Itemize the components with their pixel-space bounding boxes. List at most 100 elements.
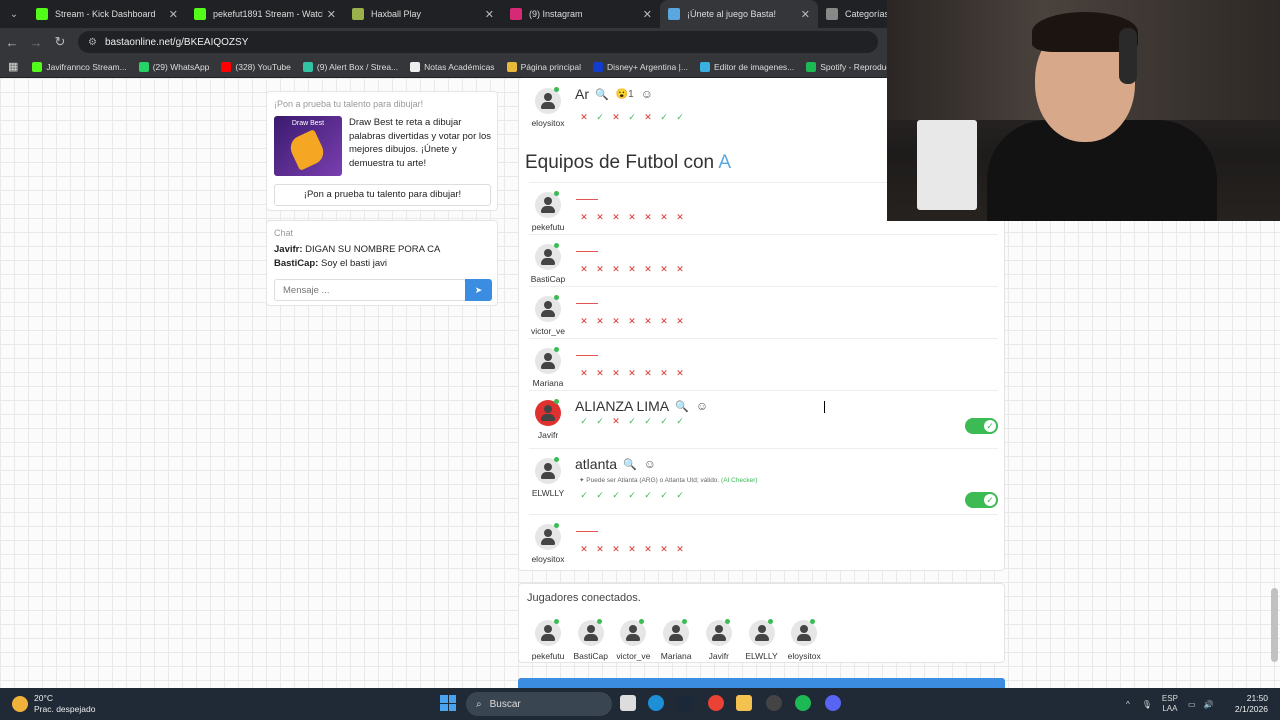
vote-x-icon[interactable]: ✕ — [608, 544, 624, 555]
vote-check-icon[interactable]: ✓ — [592, 490, 608, 501]
vote-x-icon[interactable]: ✕ — [592, 264, 608, 275]
vote-x-icon[interactable]: ✕ — [592, 544, 608, 555]
vote-x-icon[interactable]: ✕ — [592, 368, 608, 379]
close-icon[interactable]: ✕ — [801, 8, 810, 21]
vote-check-icon[interactable]: ✓ — [624, 112, 640, 123]
vote-x-icon[interactable]: ✕ — [624, 368, 640, 379]
add-reaction-icon[interactable]: ☺ — [641, 87, 653, 101]
vote-x-icon[interactable]: ✕ — [672, 264, 688, 275]
browser-tab[interactable]: ¡Únete al juego Basta! ✕ — [660, 0, 818, 28]
vote-x-icon[interactable]: ✕ — [608, 316, 624, 327]
bookmark-item[interactable]: (29) WhatsApp — [138, 61, 209, 72]
vote-x-icon[interactable]: ✕ — [576, 112, 592, 123]
bookmark-item[interactable]: Javifrannco Stream... — [32, 61, 127, 72]
bookmark-item[interactable]: Notas Académicas — [410, 61, 495, 72]
search-icon[interactable]: 🔍 — [595, 88, 609, 101]
vote-check-icon[interactable]: ✓ — [672, 112, 688, 123]
validate-toggle[interactable] — [965, 492, 998, 508]
spotify-icon[interactable] — [795, 695, 811, 711]
vote-x-icon[interactable]: ✕ — [592, 212, 608, 223]
vote-x-icon[interactable]: ✕ — [608, 212, 624, 223]
vote-check-icon[interactable]: ✓ — [592, 416, 608, 427]
address-bar[interactable]: ⚙ bastaonline.net/g/BKEAIQOZSY — [78, 31, 878, 53]
vote-x-icon[interactable]: ✕ — [592, 316, 608, 327]
reaction-badge[interactable]: 😮1 — [616, 89, 634, 100]
vote-check-icon[interactable]: ✓ — [656, 416, 672, 427]
bookmark-item[interactable]: (328) YouTube — [221, 61, 291, 72]
vote-x-icon[interactable]: ✕ — [576, 212, 592, 223]
vote-x-icon[interactable]: ✕ — [640, 544, 656, 555]
file-explorer-icon[interactable] — [736, 695, 752, 711]
network-icon[interactable]: ▭ — [1188, 700, 1196, 709]
vote-x-icon[interactable]: ✕ — [624, 264, 640, 275]
close-icon[interactable]: ✕ — [485, 8, 494, 21]
bookmark-item[interactable]: (9) Alert Box / Strea... — [302, 61, 398, 72]
forward-icon[interactable]: → — [24, 35, 48, 50]
tray-expand-icon[interactable]: ^ — [1126, 700, 1130, 709]
search-icon[interactable]: 🔍 — [675, 400, 689, 413]
vote-check-icon[interactable]: ✓ — [640, 490, 656, 501]
browser-tab[interactable]: Stream - Kick Dashboard ✕ — [28, 0, 186, 28]
vote-check-icon[interactable]: ✓ — [656, 490, 672, 501]
vote-check-icon[interactable]: ✓ — [624, 490, 640, 501]
edge-icon[interactable] — [648, 695, 664, 711]
browser-tab[interactable]: pekefut1891 Stream - Watch Li ✕ — [186, 0, 344, 28]
discord-icon[interactable] — [825, 695, 841, 711]
vote-x-icon[interactable]: ✕ — [608, 368, 624, 379]
site-info-icon[interactable]: ⚙ — [88, 37, 97, 48]
vote-x-icon[interactable]: ✕ — [656, 368, 672, 379]
vote-check-icon[interactable]: ✓ — [608, 490, 624, 501]
vote-x-icon[interactable]: ✕ — [672, 212, 688, 223]
vote-x-icon[interactable]: ✕ — [672, 368, 688, 379]
browser-tab[interactable]: (9) Instagram ✕ — [502, 0, 660, 28]
vote-x-icon[interactable]: ✕ — [576, 316, 592, 327]
microphone-icon[interactable]: 🎙 — [1142, 700, 1152, 709]
vote-check-icon[interactable]: ✓ — [576, 416, 592, 427]
reload-icon[interactable]: ↻ — [48, 34, 72, 50]
weather-widget[interactable]: 20°C Prac. despejado — [12, 693, 95, 715]
close-icon[interactable]: ✕ — [327, 8, 336, 21]
vote-x-icon[interactable]: ✕ — [624, 212, 640, 223]
vote-x-icon[interactable]: ✕ — [640, 368, 656, 379]
clock[interactable]: 21:50 2/1/2026 — [1235, 693, 1268, 715]
chat-message-input[interactable] — [274, 279, 466, 301]
draw-best-image[interactable]: Draw Best — [274, 116, 342, 176]
vote-x-icon[interactable]: ✕ — [656, 544, 672, 555]
vote-check-icon[interactable]: ✓ — [656, 112, 672, 123]
add-reaction-icon[interactable]: ☺ — [644, 457, 656, 471]
add-reaction-icon[interactable]: ☺ — [696, 399, 708, 413]
vote-x-icon[interactable]: ✕ — [608, 264, 624, 275]
vote-x-icon[interactable]: ✕ — [640, 264, 656, 275]
vote-check-icon[interactable]: ✓ — [640, 416, 656, 427]
vote-x-icon[interactable]: ✕ — [640, 112, 656, 123]
start-icon[interactable] — [440, 695, 456, 711]
vote-x-icon[interactable]: ✕ — [656, 316, 672, 327]
close-icon[interactable]: ✕ — [169, 8, 178, 21]
vote-check-icon[interactable]: ✓ — [672, 490, 688, 501]
promo-button[interactable]: ¡Pon a prueba tu talento para dibujar! — [274, 184, 491, 206]
vote-x-icon[interactable]: ✕ — [624, 316, 640, 327]
close-icon[interactable]: ✕ — [643, 8, 652, 21]
bookmark-item[interactable]: Página principal — [506, 61, 581, 72]
vote-x-icon[interactable]: ✕ — [656, 212, 672, 223]
vote-x-icon[interactable]: ✕ — [576, 264, 592, 275]
vote-x-icon[interactable]: ✕ — [656, 264, 672, 275]
vote-x-icon[interactable]: ✕ — [608, 416, 624, 427]
task-view-icon[interactable] — [620, 695, 636, 711]
send-message-icon[interactable]: ➤ — [465, 279, 492, 301]
vote-x-icon[interactable]: ✕ — [640, 212, 656, 223]
back-icon[interactable]: ← — [0, 35, 24, 50]
bookmark-item[interactable]: Disney+ Argentina |... — [593, 61, 688, 72]
obs-icon[interactable] — [766, 695, 782, 711]
chrome-icon[interactable] — [708, 695, 724, 711]
volume-icon[interactable]: 🔊 — [1204, 700, 1214, 709]
submit-button[interactable] — [518, 678, 1005, 688]
vote-check-icon[interactable]: ✓ — [576, 490, 592, 501]
bookmark-item[interactable]: Editor de imagenes... — [699, 61, 794, 72]
vote-check-icon[interactable]: ✓ — [592, 112, 608, 123]
vote-x-icon[interactable]: ✕ — [608, 112, 624, 123]
taskbar-search[interactable]: ⌕ Buscar — [466, 692, 612, 716]
vote-x-icon[interactable]: ✕ — [640, 316, 656, 327]
language-indicator[interactable]: ESP LAA — [1162, 694, 1178, 714]
validate-toggle[interactable] — [965, 418, 998, 434]
